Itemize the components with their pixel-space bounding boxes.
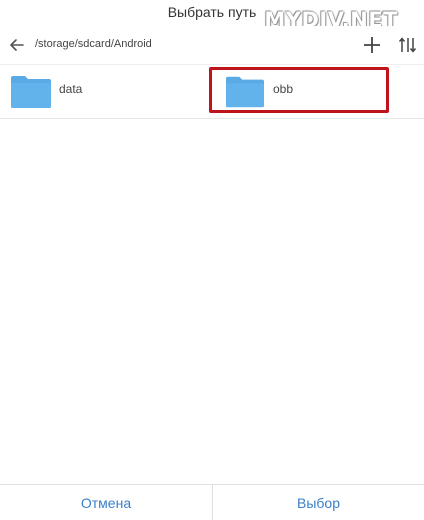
folder-item-data[interactable]: data [0, 65, 212, 117]
back-arrow-icon[interactable] [8, 36, 26, 54]
add-icon[interactable] [362, 35, 382, 55]
current-path: /storage/sdcard/Android [35, 38, 152, 50]
folder-list: data obb [0, 64, 424, 484]
folder-icon [11, 76, 51, 108]
highlight-box [209, 67, 389, 113]
folder-label: data [59, 82, 83, 96]
sort-icon[interactable] [398, 35, 418, 55]
path-picker-dialog: Выбрать путь MYDIV.NET /storage/sdcard/A… [0, 0, 424, 520]
dialog-footer: Отмена Выбор [0, 484, 424, 520]
cancel-button[interactable]: Отмена [0, 485, 212, 520]
path-bar: /storage/sdcard/Android [0, 26, 424, 64]
select-button[interactable]: Выбор [212, 485, 424, 520]
